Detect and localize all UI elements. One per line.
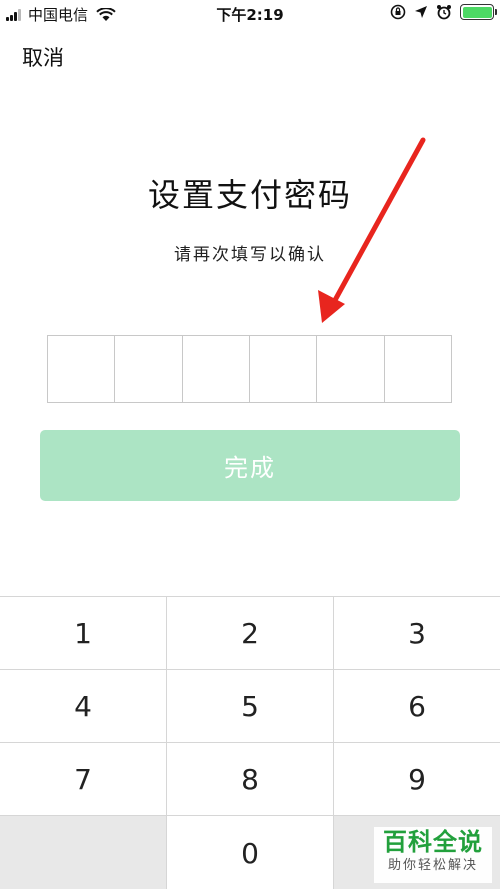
key-5[interactable]: 5	[167, 670, 334, 742]
page-subtitle: 请再次填写以确认	[174, 245, 326, 265]
pin-cell	[317, 336, 385, 402]
watermark-logo: 百科全说 助你轻松解决	[374, 827, 492, 883]
done-button[interactable]: 完成	[40, 430, 460, 501]
pin-cell	[385, 336, 451, 402]
key-2[interactable]: 2	[167, 597, 334, 669]
pin-cell	[48, 336, 116, 402]
key-7[interactable]: 7	[0, 743, 167, 815]
watermark-title: 百科全说	[383, 828, 483, 856]
pin-cell	[250, 336, 318, 402]
cancel-button[interactable]: 取消	[22, 42, 64, 72]
location-icon	[415, 6, 427, 18]
password-input[interactable]	[47, 335, 452, 403]
battery-icon	[460, 4, 497, 20]
key-4[interactable]: 4	[0, 670, 167, 742]
key-9[interactable]: 9	[334, 743, 500, 815]
watermark-subtitle: 助你轻松解决	[387, 858, 478, 873]
signal-icon	[6, 8, 22, 21]
key-3[interactable]: 3	[334, 597, 500, 669]
page-title: 设置支付密码	[147, 176, 352, 214]
pin-cell	[183, 336, 250, 402]
key-blank	[0, 816, 167, 889]
key-8[interactable]: 8	[167, 743, 334, 815]
pin-cell	[115, 336, 183, 402]
key-0[interactable]: 0	[167, 816, 334, 889]
wifi-icon	[96, 7, 116, 21]
status-bar: 中国电信 下午2:19	[0, 0, 500, 28]
key-1[interactable]: 1	[0, 597, 167, 669]
alarm-icon	[437, 5, 451, 20]
carrier-name: 中国电信	[28, 6, 89, 24]
rotation-lock-icon	[390, 4, 406, 20]
key-6[interactable]: 6	[334, 670, 500, 742]
